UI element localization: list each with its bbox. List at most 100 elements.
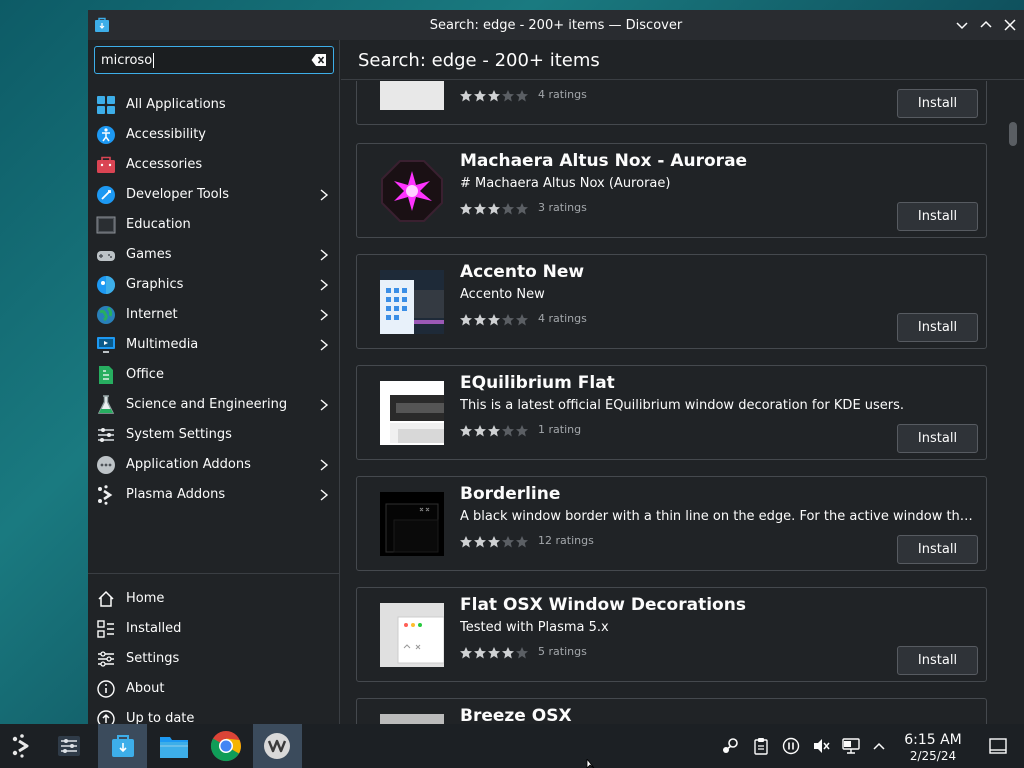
result-card[interactable]: Breeze OSX <box>356 698 987 724</box>
result-name: Accento New <box>460 262 585 282</box>
nav-label: Up to date <box>126 711 195 724</box>
clear-search-icon[interactable] <box>311 53 327 67</box>
result-description: Tested with Plasma 5.x <box>460 620 609 635</box>
mouse-cursor-icon <box>586 759 595 768</box>
scrollbar-handle[interactable] <box>1009 122 1017 146</box>
chevron-right-icon <box>320 279 329 291</box>
category-accessibility[interactable]: Accessibility <box>88 120 340 150</box>
category-multimedia[interactable]: Multimedia <box>88 330 340 360</box>
category-internet[interactable]: Internet <box>88 300 340 330</box>
category-science-engineering[interactable]: Science and Engineering <box>88 390 340 420</box>
sliders-icon <box>58 736 80 756</box>
result-card[interactable]: 4 ratings Install <box>356 81 987 125</box>
category-all-applications[interactable]: All Applications <box>88 90 340 120</box>
taskbar-discover-button[interactable] <box>98 724 147 768</box>
result-card[interactable]: Machaera Altus Nox - Aurorae # Machaera A… <box>356 143 987 238</box>
rating-count: 12 ratings <box>538 534 594 547</box>
category-label: Games <box>126 247 172 262</box>
category-developer-tools[interactable]: Developer Tools <box>88 180 340 210</box>
search-input[interactable]: microso <box>94 46 334 74</box>
result-card[interactable]: Accento New Accento New 4 ratings Install <box>356 254 987 349</box>
result-description: Accento New <box>460 287 545 302</box>
network-icon[interactable] <box>841 737 861 755</box>
clock-date[interactable]: 2/25/24 <box>897 749 969 763</box>
results-list[interactable]: 4 ratings Install Machaera Altus Nox - Aur… <box>341 81 1024 724</box>
nav-home[interactable]: Home <box>88 584 340 614</box>
info-icon <box>97 680 115 698</box>
accento-thumbnail <box>380 270 444 334</box>
search-input-value: microso <box>101 52 153 68</box>
category-label: Graphics <box>126 277 184 292</box>
close-icon[interactable] <box>1001 16 1019 34</box>
clock-time[interactable]: 6:15 AM <box>897 732 969 748</box>
nav-up-to-date[interactable]: Up to date <box>88 704 340 724</box>
nav-settings[interactable]: Settings <box>88 644 340 674</box>
category-system-settings[interactable]: System Settings <box>88 420 340 450</box>
result-card[interactable]: Borderline A black window border with a t… <box>356 476 987 571</box>
install-button[interactable]: Install <box>897 313 978 342</box>
app-launcher-button[interactable] <box>0 724 44 768</box>
chevron-right-icon <box>320 489 329 501</box>
result-name: Machaera Altus Nox - Aurorae <box>460 151 748 171</box>
chevron-right-icon <box>320 339 329 351</box>
task-manager-button[interactable] <box>47 724 91 768</box>
sidebar-divider <box>88 573 340 574</box>
taskbar-vm-button[interactable] <box>253 724 302 768</box>
title-bar[interactable]: Search: edge - 200+ items — Discover <box>88 10 1024 40</box>
rating-stars <box>460 425 528 437</box>
rating-stars <box>460 314 528 326</box>
nav-about[interactable]: About <box>88 674 340 704</box>
category-application-addons[interactable]: Application Addons <box>88 450 340 480</box>
category-office[interactable]: Office <box>88 360 340 390</box>
steam-tray-icon[interactable] <box>720 737 740 755</box>
category-label: Multimedia <box>126 337 199 352</box>
category-label: Accessibility <box>126 127 206 142</box>
result-description: A black window border with a thin line o… <box>460 509 980 524</box>
media-pause-icon[interactable] <box>781 737 801 755</box>
taskbar-chrome-button[interactable] <box>204 724 248 768</box>
category-label: Application Addons <box>126 457 251 472</box>
toolbox-icon <box>97 156 115 173</box>
category-games[interactable]: Games <box>88 240 340 270</box>
rating-stars <box>460 536 528 548</box>
category-plasma-addons[interactable]: Plasma Addons <box>88 480 340 510</box>
more-icon <box>97 456 115 474</box>
result-card[interactable]: Flat OSX Window Decorations Tested with P… <box>356 587 987 682</box>
minimize-icon[interactable] <box>953 16 971 34</box>
home-icon <box>98 590 114 607</box>
taskbar-files-button[interactable] <box>152 724 196 768</box>
category-label: Education <box>126 217 191 232</box>
result-card[interactable]: EQuilibrium Flat This is a latest officia… <box>356 365 987 460</box>
borderline-thumbnail <box>380 492 444 556</box>
category-graphics[interactable]: Graphics <box>88 270 340 300</box>
install-button[interactable]: Install <box>897 202 978 231</box>
rating-count: 5 ratings <box>538 645 587 658</box>
install-button[interactable]: Install <box>897 535 978 564</box>
folder-icon <box>160 737 188 758</box>
sidebar: microso All Applications Accessibility Acc… <box>88 40 340 724</box>
install-button[interactable]: Install <box>897 646 978 675</box>
gamepad-icon <box>97 251 115 261</box>
category-label: All Applications <box>126 97 226 112</box>
rating-count: 3 ratings <box>538 201 587 214</box>
equilibrium-thumbnail <box>380 381 444 445</box>
result-name: Breeze OSX <box>460 706 572 724</box>
volume-muted-icon[interactable] <box>811 737 831 755</box>
category-accessories[interactable]: Accessories <box>88 150 340 180</box>
nav-label: Installed <box>126 621 182 636</box>
show-desktop-icon[interactable] <box>988 737 1008 755</box>
rating-count: 1 rating <box>538 423 582 436</box>
category-education[interactable]: Education <box>88 210 340 240</box>
clipboard-icon[interactable] <box>751 737 771 755</box>
tray-expand-icon[interactable] <box>869 737 889 755</box>
install-button[interactable]: Install <box>897 424 978 453</box>
install-button[interactable]: Install <box>897 89 978 118</box>
maximize-icon[interactable] <box>977 16 995 34</box>
result-name: EQuilibrium Flat <box>460 373 615 393</box>
vm-app-icon <box>264 733 290 759</box>
palette-icon <box>97 276 115 294</box>
nav-installed[interactable]: Installed <box>88 614 340 644</box>
chevron-right-icon <box>320 399 329 411</box>
page-title: Search: edge - 200+ items <box>358 50 600 71</box>
category-label: System Settings <box>126 427 232 442</box>
